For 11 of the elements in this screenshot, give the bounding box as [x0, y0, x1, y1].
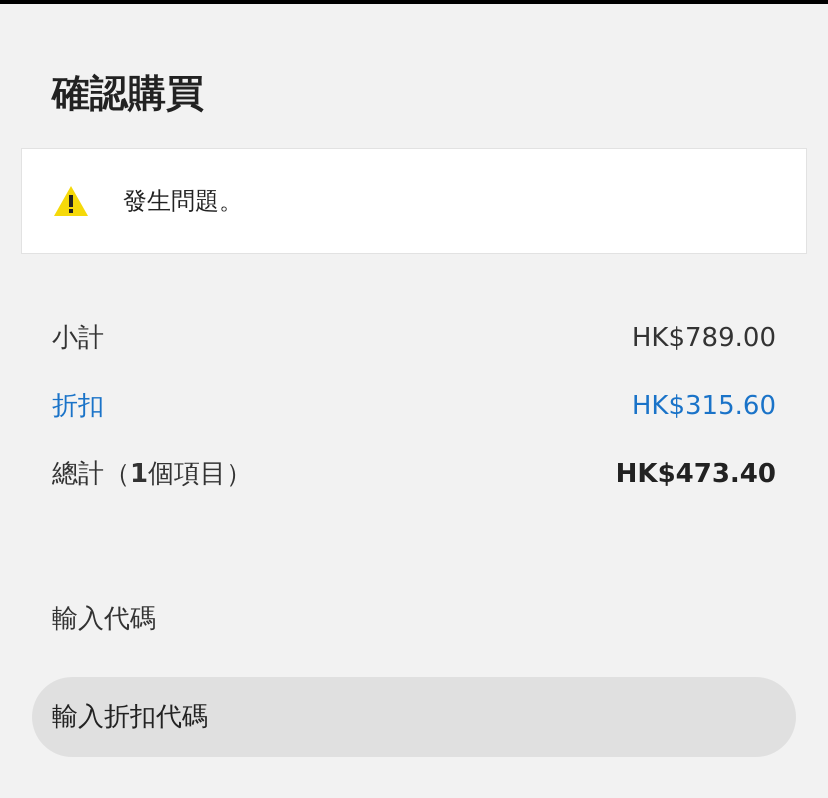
summary-label: 折扣	[52, 390, 104, 422]
page-title: 確認購買	[52, 74, 205, 112]
summary-value: HK$473.40	[616, 458, 776, 490]
alert-message: 發生問題。	[123, 186, 243, 217]
warning-icon	[53, 185, 89, 217]
summary-value: HK$789.00	[632, 322, 776, 354]
summary-label: 小計	[52, 322, 104, 354]
code-label: 輸入代碼	[52, 604, 156, 634]
summary-value: HK$315.60	[632, 390, 776, 422]
summary-label: 總計（1個項目）	[52, 458, 252, 490]
discount-code-field[interactable]: 輸入折扣代碼	[32, 677, 796, 757]
